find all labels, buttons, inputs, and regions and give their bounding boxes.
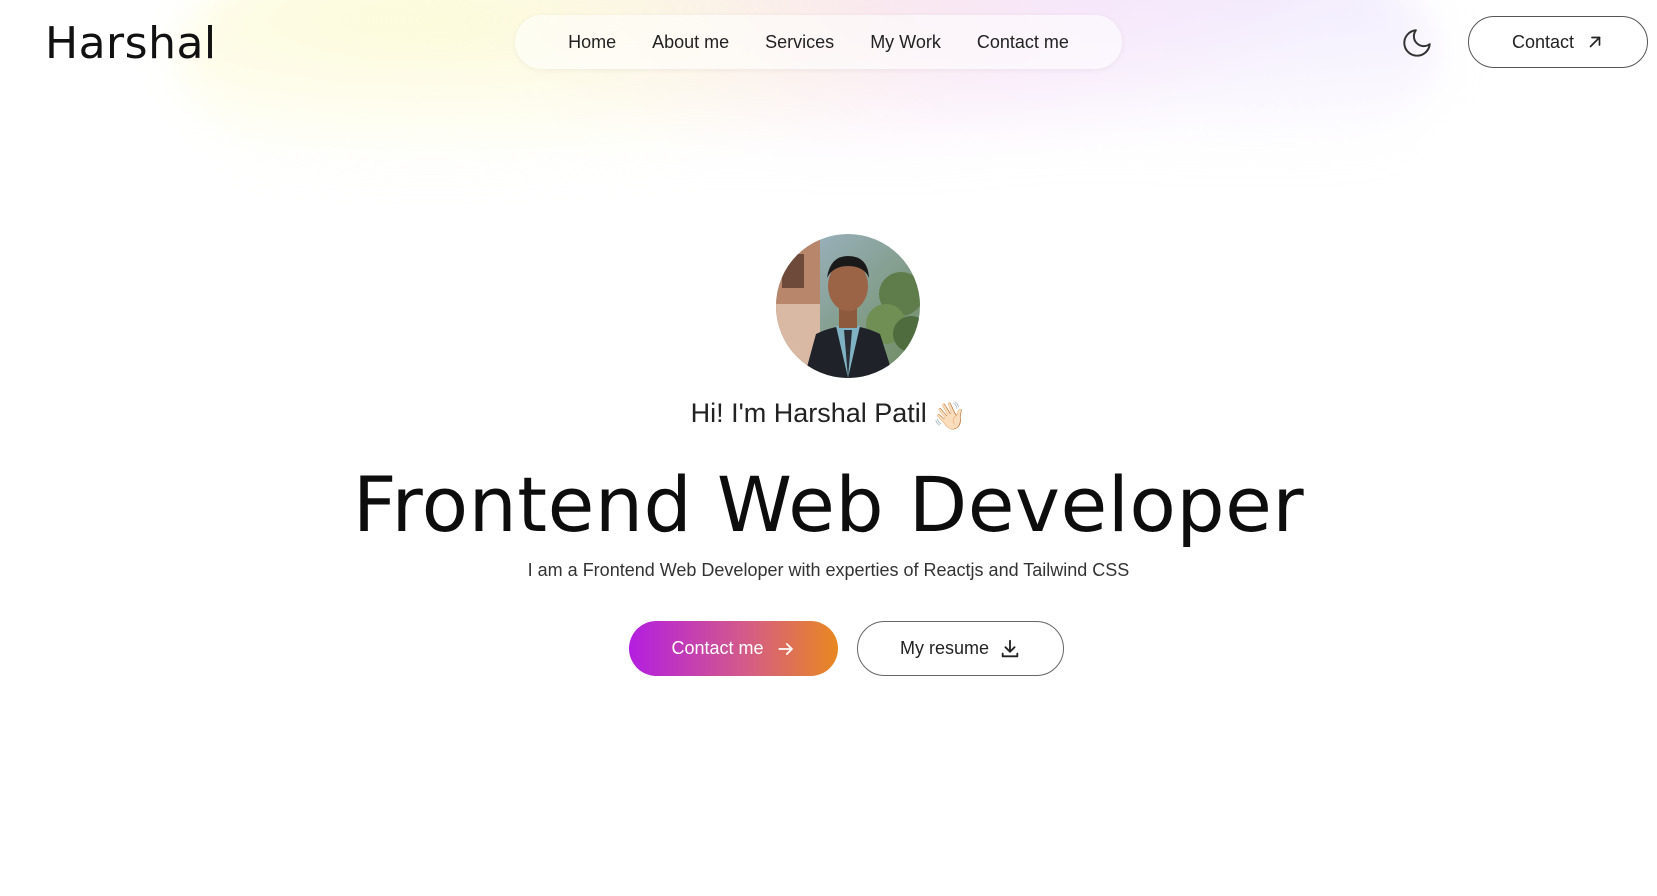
contact-button[interactable]: Contact <box>1468 16 1648 68</box>
nav-my-work[interactable]: My Work <box>870 32 941 53</box>
greeting-text: Hi! I'm Harshal Patil <box>690 398 927 428</box>
my-resume-label: My resume <box>899 638 989 658</box>
greeting: Hi! I'm Harshal Patil 👋🏻 <box>0 398 1657 432</box>
contact-me-label: Contact me <box>671 638 764 658</box>
hero-actions: Contact me My resume <box>629 621 1064 676</box>
contact-me-button[interactable]: Contact me <box>629 621 838 676</box>
avatar <box>776 234 920 378</box>
page: Harshal Home About me Services My Work C… <box>0 0 1657 896</box>
main-nav: Home About me Services My Work Contact m… <box>515 15 1122 69</box>
arrow-right-icon <box>776 639 796 659</box>
description: I am a Frontend Web Developer with exper… <box>527 560 1130 580</box>
nav-home[interactable]: Home <box>568 32 616 53</box>
waving-hand-icon: 👋🏻 <box>932 401 967 431</box>
nav-about-me[interactable]: About me <box>652 32 729 53</box>
arrow-up-right-icon <box>1586 33 1604 51</box>
download-icon <box>999 638 1021 660</box>
moon-icon[interactable] <box>1400 26 1434 60</box>
nav-contact-me[interactable]: Contact me <box>977 32 1069 53</box>
my-resume-button[interactable]: My resume <box>857 621 1064 676</box>
headline: Frontend Web Developer <box>352 460 1305 549</box>
nav-services[interactable]: Services <box>765 32 834 53</box>
contact-button-label: Contact <box>1511 31 1575 52</box>
site-logo[interactable]: Harshal <box>45 18 217 69</box>
